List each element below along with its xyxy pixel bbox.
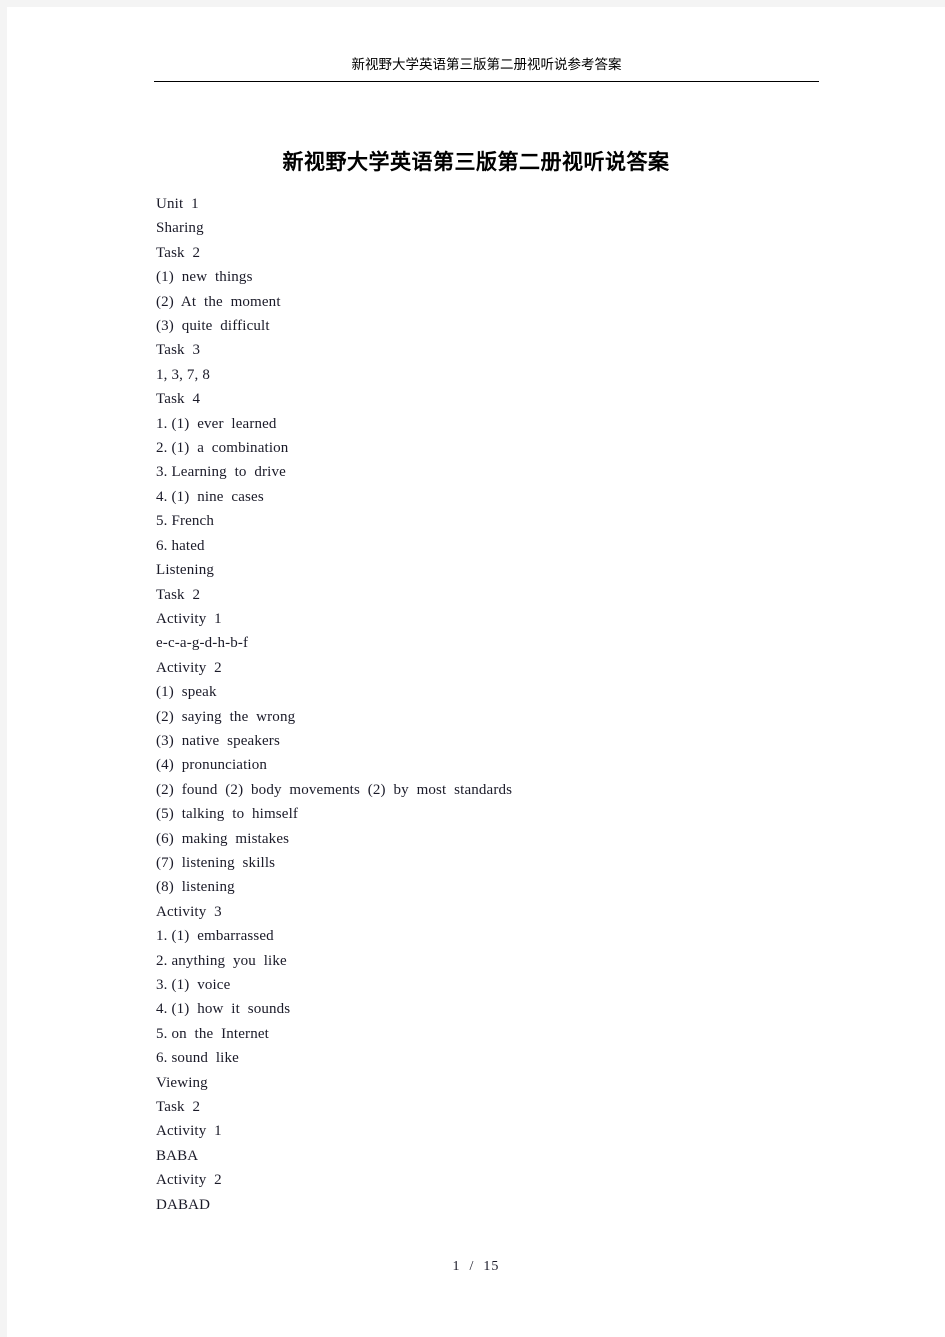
answer-key-body: Unit 1 Sharing Task 2 (1) new things (2)… xyxy=(156,192,856,1217)
running-header: 新视野大学英语第三版第二册视听说参考答案 xyxy=(154,55,819,85)
body-line: Activity 1 xyxy=(156,1123,222,1140)
body-line: (7) listening skills xyxy=(156,854,276,871)
body-line: Task 2 xyxy=(156,586,201,603)
body-line: Activity 1 xyxy=(156,610,222,627)
body-line: 4. (1) how it sounds xyxy=(156,1001,291,1018)
body-line: e-c-a-g-d-h-b-f xyxy=(156,635,249,652)
body-line: DABAD xyxy=(156,1196,211,1213)
body-line: 5. French xyxy=(156,513,215,530)
body-line: (1) new things xyxy=(156,269,253,286)
running-header-text: 新视野大学英语第三版第二册视听说参考答案 xyxy=(351,57,622,73)
body-line: Sharing xyxy=(156,220,204,237)
body-line: Task 2 xyxy=(156,1099,201,1116)
body-line: 1, 3, 7, 8 xyxy=(156,366,210,383)
body-line: 6. hated xyxy=(156,537,205,554)
body-line: 1. (1) embarrassed xyxy=(156,928,274,945)
body-line: (5) talking to himself xyxy=(156,806,299,823)
body-line: Activity 2 xyxy=(156,1172,222,1189)
body-line: Activity 2 xyxy=(156,659,222,676)
body-line: (2) found (2) body movements (2) by most… xyxy=(156,781,513,798)
body-line: (3) native speakers xyxy=(156,732,280,749)
body-line: (1) speak xyxy=(156,684,217,701)
body-line: 1. (1) ever learned xyxy=(156,415,277,432)
body-line: Listening xyxy=(156,562,215,579)
body-line: 5. on the Internet xyxy=(156,1025,269,1042)
page-number: 1 / 15 xyxy=(452,1259,500,1274)
body-line: (2) saying the wrong xyxy=(156,708,296,725)
body-line: 2. (1) a combination xyxy=(156,440,289,457)
body-line: 2. anything you like xyxy=(156,952,287,969)
header-divider-rule xyxy=(154,81,819,82)
body-line: 6. sound like xyxy=(156,1050,239,1067)
document-title: 新视野大学英语第三版第二册视听说答案 xyxy=(282,150,670,174)
body-line: (8) listening xyxy=(156,879,235,896)
body-line: (4) pronunciation xyxy=(156,757,268,774)
body-line: Activity 3 xyxy=(156,903,222,920)
document-page: 新视野大学英语第三版第二册视听说参考答案 新视野大学英语第三版第二册视听说答案 … xyxy=(7,7,945,1337)
body-line: 3. Learning to drive xyxy=(156,464,286,481)
body-line: BABA xyxy=(156,1147,199,1164)
body-line: (3) quite difficult xyxy=(156,318,270,335)
body-line: Viewing xyxy=(156,1074,208,1091)
body-line: (2) At the moment xyxy=(156,293,281,310)
body-line: Task 4 xyxy=(156,391,201,408)
body-line: Task 2 xyxy=(156,244,201,261)
body-line: 4. (1) nine cases xyxy=(156,488,264,505)
body-line: Task 3 xyxy=(156,342,201,359)
body-line: 3. (1) voice xyxy=(156,977,231,993)
body-line: (6) making mistakes xyxy=(156,830,290,847)
page-footer: 1 / 15 xyxy=(7,1257,945,1277)
body-line: Unit 1 xyxy=(156,196,199,212)
